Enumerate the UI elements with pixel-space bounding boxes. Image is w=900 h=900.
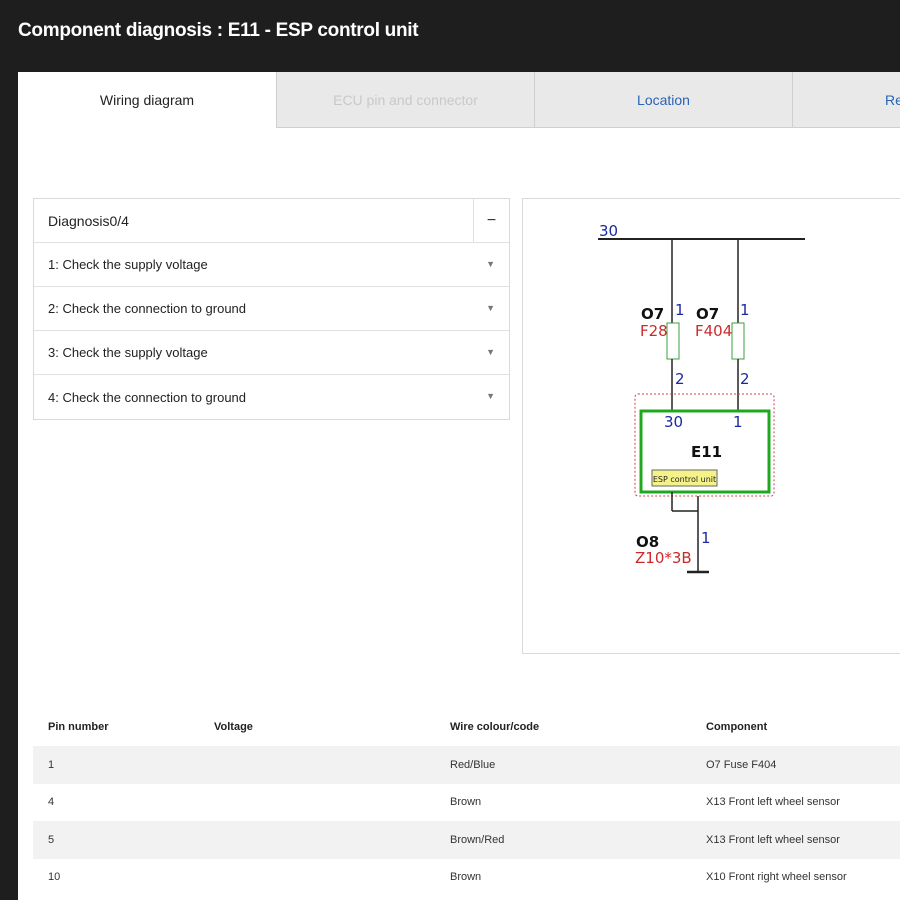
cell-pin: 1 — [48, 758, 55, 771]
pin-table: Pin number Voltage Wire colour/code Comp… — [33, 708, 900, 896]
diagnosis-step-label: 1: Check the supply voltage — [48, 257, 208, 272]
unit-name: E11 — [691, 443, 722, 461]
cell-component: X13 Front left wheel sensor — [706, 796, 840, 809]
diagnosis-step[interactable]: 1: Check the supply voltage ▼ — [34, 243, 509, 287]
collapse-button[interactable]: − — [473, 199, 509, 242]
diagnosis-step[interactable]: 3: Check the supply voltage ▼ — [34, 331, 509, 375]
cell-component: O7 Fuse F404 — [706, 758, 777, 771]
unit-tag: ESP control unit — [653, 475, 716, 484]
tab-ecu-pin-connector: ECU pin and connector — [276, 72, 534, 128]
diagnosis-step-label: 3: Check the supply voltage — [48, 345, 208, 360]
fuse-left-symbol — [666, 322, 680, 360]
fuse-right-group: O7 — [696, 305, 719, 323]
table-row: 5 Brown/Red X13 Front left wheel sensor — [33, 821, 900, 859]
tab-rel[interactable]: Rel — [792, 72, 900, 128]
diagnosis-step[interactable]: 2: Check the connection to ground ▼ — [34, 287, 509, 331]
chevron-down-icon[interactable]: ▼ — [486, 391, 495, 401]
table-row: 1 Red/Blue O7 Fuse F404 — [33, 746, 900, 784]
header-component: Component — [706, 721, 768, 733]
chevron-down-icon[interactable]: ▼ — [486, 347, 495, 357]
fuse-left-group: O7 — [641, 305, 664, 323]
tab-wiring-diagram[interactable]: Wiring diagram — [18, 72, 276, 128]
table-row: 10 Brown X10 Front right wheel sensor — [33, 859, 900, 897]
tab-bar: Wiring diagram ECU pin and connector Loc… — [18, 72, 900, 128]
page-title: Component diagnosis : E11 - ESP control … — [18, 20, 419, 41]
cell-wire: Brown — [450, 796, 482, 809]
diagnosis-header: Diagnosis0/4 − — [34, 199, 509, 243]
chevron-down-icon[interactable]: ▼ — [486, 259, 495, 269]
cell-wire: Red/Blue — [450, 758, 496, 771]
header-pin-number: Pin number — [48, 721, 109, 733]
cell-pin: 5 — [48, 833, 55, 846]
fuse-right-pin-top: 1 — [740, 301, 750, 319]
diagnosis-title: Diagnosis0/4 — [48, 212, 129, 229]
cell-component: X10 Front right wheel sensor — [706, 871, 847, 884]
content-panel: Wiring diagram ECU pin and connector Loc… — [18, 72, 900, 900]
chevron-down-icon[interactable]: ▼ — [486, 303, 495, 313]
ground-pin: 1 — [701, 529, 711, 547]
unit-pin-right: 1 — [733, 413, 743, 431]
wiring-diagram-panel: 30 O7 F28 1 2 O7 F404 1 2 30 1 E11 ESP c… — [522, 198, 900, 654]
cell-component: X13 Front left wheel sensor — [706, 833, 840, 846]
cell-wire: Brown/Red — [450, 833, 505, 846]
header-wire-colour: Wire colour/code — [450, 721, 540, 733]
fuse-right-pin-bottom: 2 — [740, 370, 750, 388]
diagnosis-step[interactable]: 4: Check the connection to ground ▼ — [34, 375, 509, 419]
fuse-left-pin-bottom: 2 — [675, 370, 685, 388]
fuse-left-pin-top: 1 — [675, 301, 685, 319]
top-bar: Component diagnosis : E11 - ESP control … — [0, 0, 900, 72]
tab-location[interactable]: Location — [534, 72, 792, 128]
table-header: Pin number Voltage Wire colour/code Comp… — [33, 708, 900, 746]
bus-label: 30 — [599, 222, 618, 240]
diagnosis-step-label: 2: Check the connection to ground — [48, 301, 247, 316]
cell-wire: Brown — [450, 871, 482, 884]
fuse-right-name: F404 — [695, 322, 732, 340]
unit-pin-left: 30 — [664, 413, 683, 431]
wiring-diagram-svg: 30 O7 F28 1 2 O7 F404 1 2 30 1 E11 ESP c… — [598, 222, 805, 574]
table-row: 4 Brown X13 Front left wheel sensor — [33, 784, 900, 822]
fuse-right-symbol — [731, 322, 745, 360]
diagnosis-step-label: 4: Check the connection to ground — [48, 389, 247, 405]
ground-name: Z10*3B — [635, 549, 692, 567]
diagnosis-accordion: Diagnosis0/4 − 1: Check the supply volta… — [33, 198, 510, 420]
fuse-left-name: F28 — [640, 322, 668, 340]
header-voltage: Voltage — [214, 721, 253, 733]
cell-pin: 4 — [48, 796, 55, 809]
cell-pin: 10 — [48, 871, 61, 884]
